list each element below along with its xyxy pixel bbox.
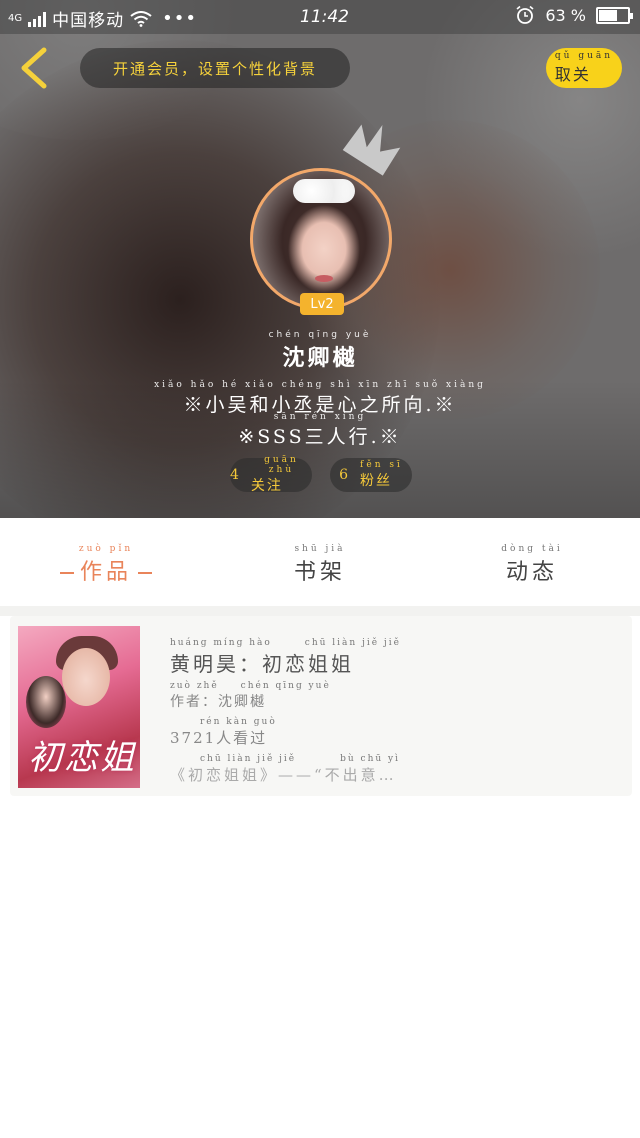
fans-label: 粉丝	[360, 473, 393, 489]
bio-line-1-pinyin: xiǎo hǎo hé xiǎo chéng shì xīn zhī suǒ x…	[154, 380, 486, 390]
work-author-pinyin: zuò zhě chén qīng yuè	[170, 681, 331, 691]
work-excerpt: 《初恋姐姐》——“不出意…	[170, 766, 397, 784]
book-cover: 初恋姐	[18, 626, 140, 788]
username: chén qīng yuè 沈卿樾	[0, 330, 640, 372]
following-pinyin: guān zhù	[264, 455, 299, 475]
profile-tabs: zuò pǐn 作品 shū jià 书架 dòng tài 动态	[0, 518, 640, 606]
bio-line-2-text: ※SSS三人行.※	[238, 426, 402, 448]
cover-title: 初恋姐	[28, 738, 136, 778]
tab-works[interactable]: zuò pǐn 作品	[50, 544, 162, 586]
vip-banner-text: 开通会员，设置个性化背景	[112, 59, 317, 78]
bio-line-2: sān rén xíng ※SSS三人行.※	[0, 412, 640, 449]
unfollow-pinyin: qǔ guān	[554, 51, 614, 61]
alarm-clock-icon	[516, 5, 534, 24]
crown-icon	[342, 124, 401, 176]
work-info: huáng míng hào chū liàn jiě jiě 黄明昊：初恋姐姐…	[170, 638, 620, 785]
chevron-left-icon	[21, 47, 47, 89]
following-stat[interactable]: 4 guān zhù 关注	[230, 455, 312, 494]
work-title-pinyin: huáng míng hào chū liàn jiě jiě	[170, 638, 401, 648]
avatar[interactable]	[250, 168, 392, 310]
level-badge: Lv2	[300, 293, 344, 315]
tab-works-label: 作品	[79, 560, 132, 585]
fans-stat[interactable]: 6 fěn sī 粉丝	[330, 458, 412, 492]
section-divider	[0, 606, 640, 616]
status-time: 11:42	[300, 7, 349, 27]
work-views: 3721人看过	[170, 729, 268, 747]
unfollow-label: 取关	[554, 65, 591, 84]
tab-bookshelf-pinyin: shū jià	[294, 544, 346, 554]
back-button[interactable]	[16, 46, 52, 90]
fans-pinyin: fěn sī	[360, 460, 403, 470]
work-title: 黄明昊：初恋姐姐	[170, 652, 354, 676]
username-pinyin: chén qīng yuè	[268, 330, 372, 340]
work-views-pinyin: rén kàn guò	[200, 717, 277, 727]
work-card[interactable]: 初恋姐 huáng míng hào chū liàn jiě jiě 黄明昊：…	[10, 616, 632, 796]
fans-count: 6	[339, 467, 351, 483]
battery-icon	[596, 6, 633, 24]
more-status-dots: •••	[162, 8, 197, 29]
tab-works-pinyin: zuò pǐn	[78, 544, 134, 554]
carrier-name: 中国移动	[52, 11, 125, 31]
bio-line-2-pinyin: sān rén xíng	[273, 412, 367, 422]
unfollow-button[interactable]: qǔ guān 取关	[546, 48, 622, 88]
tab-bookshelf[interactable]: shū jià 书架	[280, 544, 360, 586]
battery-percent: 63 %	[545, 5, 586, 25]
work-author: 作者：沈卿樾	[170, 694, 266, 710]
tab-activity-label: 动态	[505, 560, 558, 585]
wifi-icon	[130, 10, 152, 27]
tab-bookshelf-label: 书架	[293, 560, 346, 585]
following-count: 4	[230, 467, 241, 483]
vip-background-banner[interactable]: 开通会员，设置个性化背景	[80, 48, 350, 88]
tab-activity[interactable]: dòng tài 动态	[492, 544, 572, 586]
tab-activity-pinyin: dòng tài	[501, 544, 563, 554]
work-excerpt-pinyin: chū liàn jiě jiě bù chū yì	[200, 754, 401, 764]
status-bar: 4G 中国移动 ••• 11:42 63 %	[0, 0, 640, 34]
network-type: 4G	[8, 12, 23, 24]
username-text: 沈卿樾	[282, 345, 358, 371]
signal-icon	[28, 11, 47, 27]
following-label: 关注	[250, 478, 283, 494]
